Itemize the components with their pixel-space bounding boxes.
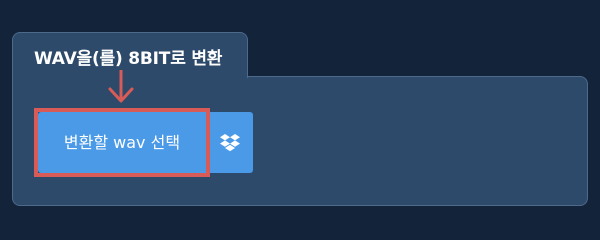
dropbox-button[interactable] bbox=[206, 112, 253, 173]
panel-title: WAV을(를) 8BIT로 변환 bbox=[34, 49, 223, 69]
pointer-arrow-icon bbox=[108, 70, 134, 103]
select-wav-button[interactable]: 변환할 wav 선택 bbox=[38, 112, 206, 173]
dropbox-icon bbox=[220, 133, 240, 151]
